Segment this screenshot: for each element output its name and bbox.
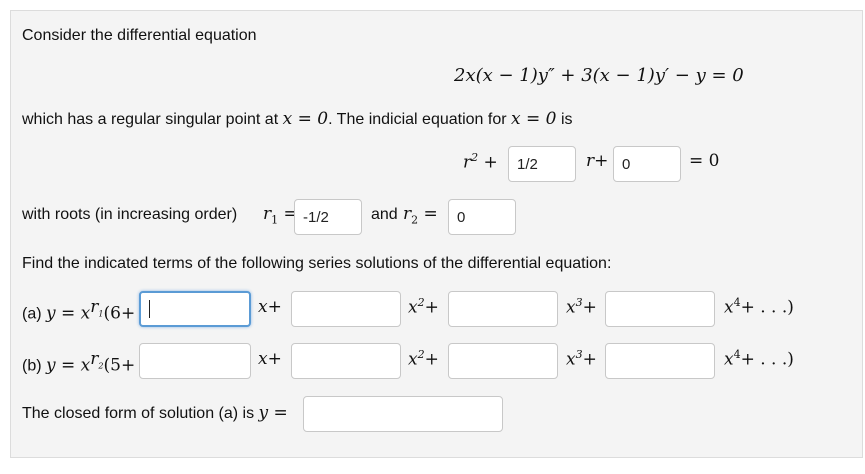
indicial-r-plus: r+ xyxy=(586,151,609,171)
indicial-exp: 2 xyxy=(471,151,479,164)
exp-2: 2 xyxy=(417,348,425,361)
exp-2: 2 xyxy=(417,296,425,309)
exp-4: 4 xyxy=(733,348,741,361)
part-b-id: (b) xyxy=(22,357,42,375)
plus: + xyxy=(424,349,439,370)
indicial-plus: + xyxy=(483,152,498,173)
roots-text: with roots (in increasing order) xyxy=(22,206,238,223)
closed-form-yeq: y = xyxy=(258,403,288,423)
part-a-x2-term: x2+ xyxy=(408,296,439,318)
r1-symbol: r xyxy=(263,204,272,224)
r2-sub: 2 xyxy=(411,213,419,227)
part-b-x4: x xyxy=(724,349,734,370)
r1-sub: 1 xyxy=(271,213,279,227)
r1-input[interactable] xyxy=(294,199,362,235)
part-a-id: (a) xyxy=(22,305,42,323)
part-a-x3-term: x3+ xyxy=(566,296,597,318)
r2-symbol: r xyxy=(403,204,412,224)
closed-form-text: The closed form of solution (a) is xyxy=(22,405,255,422)
part-a-coef2-input[interactable] xyxy=(291,291,401,327)
part-a-coef1-input[interactable] xyxy=(139,291,251,327)
part-b-lead: (5+ xyxy=(103,355,136,376)
indicial-r-squared: r2 + xyxy=(463,151,498,173)
part-b-x2-term: x2+ xyxy=(408,348,439,370)
exp-3: 3 xyxy=(575,296,583,309)
r2-label: r2 = xyxy=(403,204,438,226)
exp-4: 4 xyxy=(733,296,741,309)
closed-form-line: The closed form of solution (a) is y = xyxy=(22,403,288,423)
part-a-lead: (6+ xyxy=(103,303,136,324)
part-b-tail: x4+ . . .) xyxy=(724,348,794,370)
indicial-coef1-input[interactable] xyxy=(508,146,576,182)
plus: + xyxy=(582,349,597,370)
part-b-sup: r2 xyxy=(90,349,103,370)
closed-form-input[interactable] xyxy=(303,396,503,432)
part-a-x-term: x+ xyxy=(258,297,282,317)
question-panel: Consider the differential equation 2x(x … xyxy=(10,10,863,458)
indicial-r: r xyxy=(463,152,472,173)
indicial-text: . The indicial equation for xyxy=(328,111,507,128)
text-caret xyxy=(149,300,150,318)
r1-label: r1 = xyxy=(263,204,298,226)
part-a-x4: x xyxy=(724,297,734,318)
singular-eq: x = 0 xyxy=(282,109,329,129)
differential-equation: 2x(x − 1)y″ + 3(x − 1)y′ − y = 0 xyxy=(454,65,744,86)
part-b-x-term: x+ xyxy=(258,349,282,369)
r2-input[interactable] xyxy=(448,199,516,235)
part-b-coef3-input[interactable] xyxy=(448,343,558,379)
part-a-x2: x xyxy=(408,297,418,318)
plus: + xyxy=(582,297,597,318)
part-a-coef3-input[interactable] xyxy=(448,291,558,327)
indicial-at: x = 0 xyxy=(511,109,557,129)
part-b-coef2-input[interactable] xyxy=(291,343,401,379)
part-b-tail-text: + . . .) xyxy=(740,349,794,370)
part-a-label: (a) y = xr1(6+ xyxy=(22,297,135,323)
singular-point-line: which has a regular singular point at x … xyxy=(22,109,573,129)
part-b-x2: x xyxy=(408,349,418,370)
part-a-coef4-input[interactable] xyxy=(605,291,715,327)
part-a-tail: x4+ . . .) xyxy=(724,296,794,318)
part-a-yeq: y = x xyxy=(46,303,91,324)
part-a-x3: x xyxy=(566,297,576,318)
find-text: Find the indicated terms of the followin… xyxy=(22,255,612,272)
part-b-x3: x xyxy=(566,349,576,370)
part-b-coef4-input[interactable] xyxy=(605,343,715,379)
singular-text: which has a regular singular point at xyxy=(22,111,279,128)
indicial-equals-zero: = 0 xyxy=(689,151,720,171)
part-b-x3-term: x3+ xyxy=(566,348,597,370)
part-b-coef1-input[interactable] xyxy=(139,343,251,379)
intro-text: Consider the differential equation xyxy=(22,27,257,44)
and-text: and xyxy=(371,206,398,223)
part-b-label: (b) y = xr2(5+ xyxy=(22,349,135,375)
exp-3: 3 xyxy=(575,348,583,361)
indicial-coef2-input[interactable] xyxy=(613,146,681,182)
indicial-is: is xyxy=(560,111,573,128)
r2-eq: = xyxy=(423,204,438,224)
plus: + xyxy=(424,297,439,318)
part-a-tail-text: + . . .) xyxy=(740,297,794,318)
part-b-yeq: y = x xyxy=(46,355,91,376)
part-a-sup: r1 xyxy=(90,297,103,318)
